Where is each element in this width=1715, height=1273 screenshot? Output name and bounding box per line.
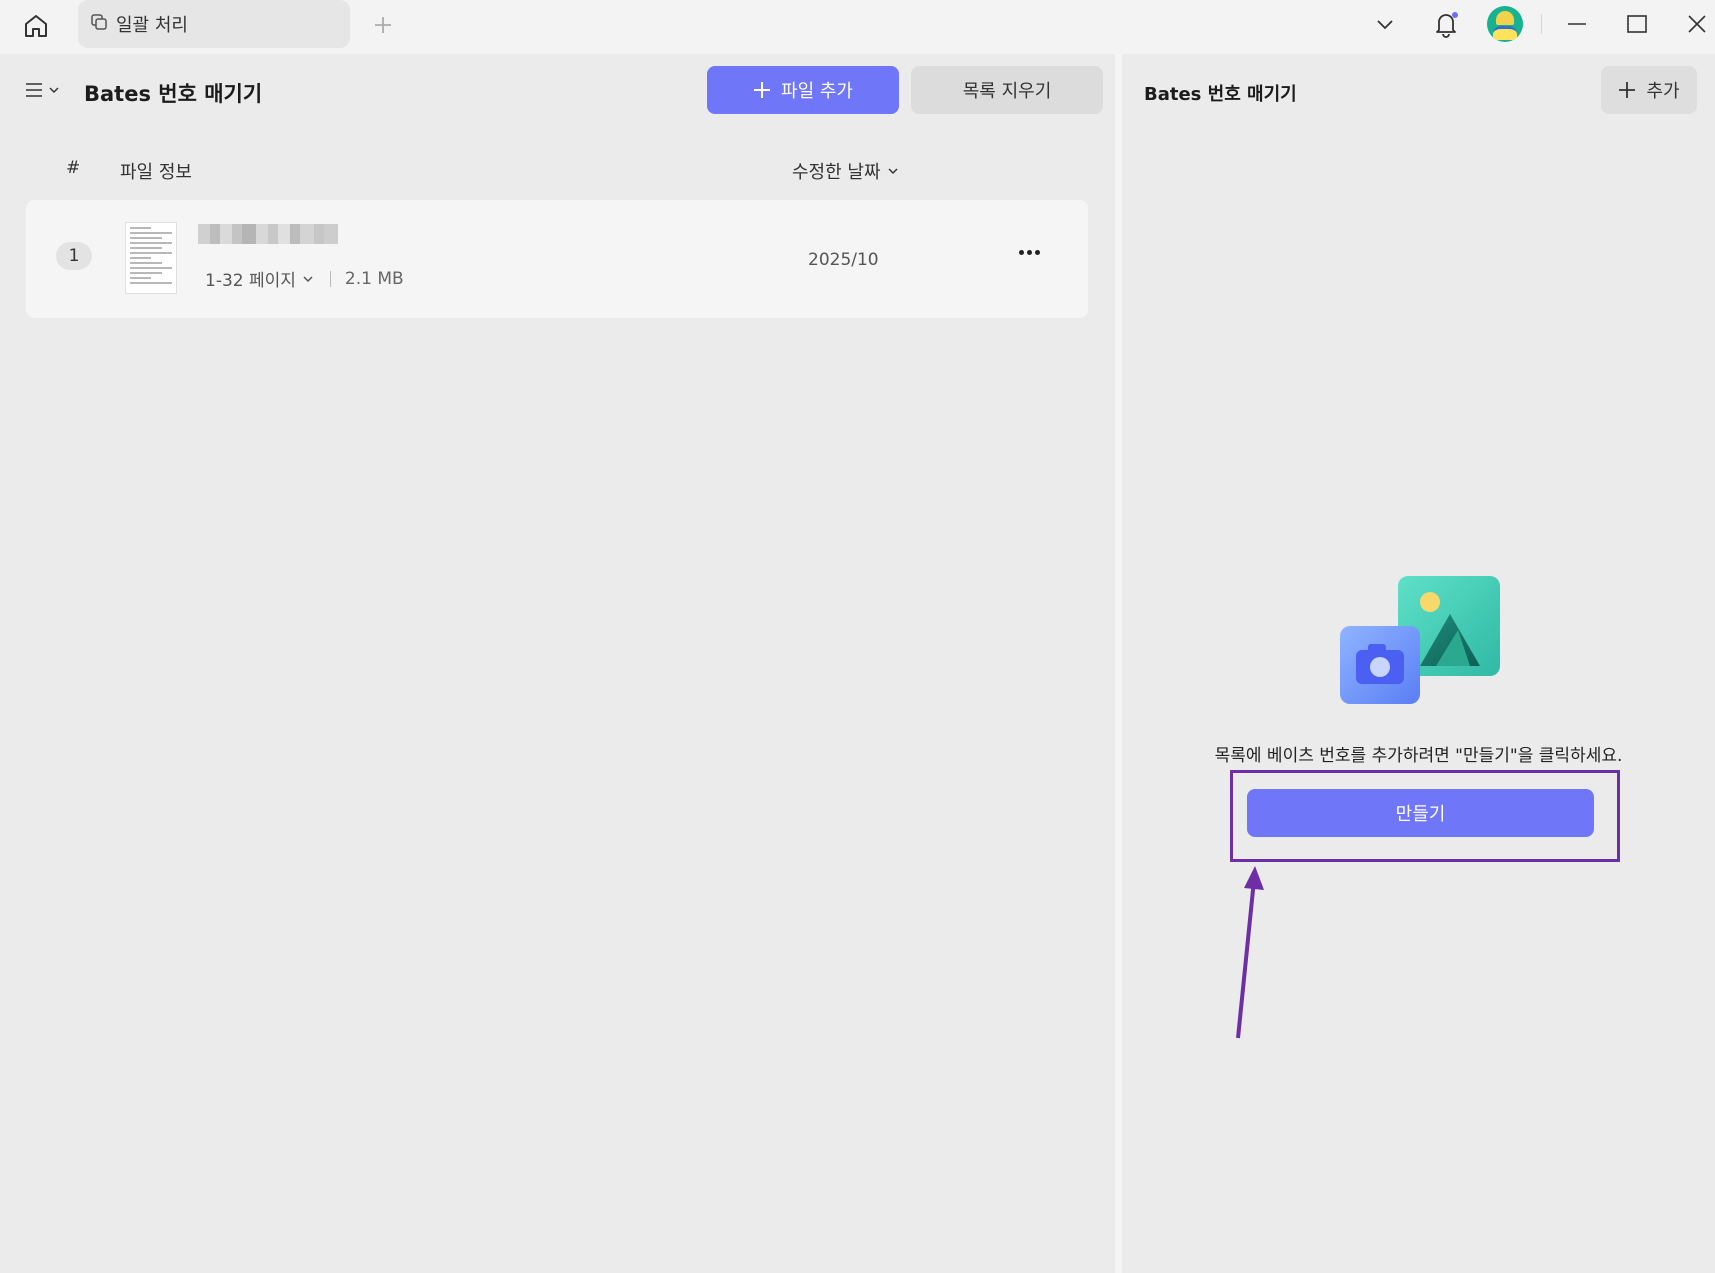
add-file-label: 파일 추가 <box>781 81 853 102</box>
close-icon[interactable] <box>1682 0 1712 48</box>
page-range-label: 1-32 페이지 <box>205 271 296 291</box>
maximize-icon[interactable] <box>1622 0 1652 48</box>
menu-button[interactable] <box>24 76 64 104</box>
add-file-button[interactable]: 파일 추가 <box>707 66 899 114</box>
bell-icon[interactable] <box>1430 0 1462 48</box>
chevron-down-icon <box>888 168 898 175</box>
home-icon[interactable] <box>18 8 54 44</box>
chevron-down-icon <box>49 87 59 94</box>
divider <box>1541 14 1542 34</box>
divider <box>329 270 331 287</box>
modified-date: 2025/10 <box>808 250 879 270</box>
column-header-file-info: 파일 정보 <box>120 162 192 183</box>
add-label: 추가 <box>1646 81 1680 102</box>
clear-list-button[interactable]: 목록 지우기 <box>911 66 1103 114</box>
table-row[interactable]: 1 1-32 페이지 2.1 MB 2025/10 <box>26 200 1088 318</box>
file-list-panel: Bates 번호 매기기 파일 추가 목록 지우기 # 파일 정보 수정한 날짜… <box>0 54 1115 1273</box>
tab-batch-process[interactable]: 일괄 처리 <box>78 0 350 48</box>
empty-state-message: 목록에 베이츠 번호를 추가하려면 "만들기"을 클릭하세요. <box>1214 746 1623 766</box>
add-bates-button[interactable]: 추가 <box>1601 66 1697 114</box>
empty-state-illustration <box>1340 576 1500 704</box>
page-range-dropdown[interactable]: 1-32 페이지 2.1 MB <box>205 266 404 292</box>
plus-icon <box>1619 82 1636 98</box>
new-tab-plus-icon[interactable] <box>368 8 398 42</box>
panel-divider <box>1115 54 1122 1273</box>
chevron-down-icon[interactable] <box>1370 0 1400 48</box>
create-button[interactable]: 만들기 <box>1247 789 1594 837</box>
more-options-icon[interactable] <box>1014 240 1044 264</box>
avatar-button[interactable] <box>1487 0 1523 48</box>
file-thumbnail <box>125 222 177 294</box>
batch-icon <box>90 13 108 36</box>
file-size: 2.1 MB <box>344 268 404 289</box>
tab-label: 일괄 처리 <box>116 15 188 36</box>
column-header-index: # <box>66 158 81 178</box>
title-bar: 일괄 처리 <box>0 0 1715 54</box>
create-label: 만들기 <box>1395 804 1446 825</box>
panel-title: Bates 번호 매기기 <box>1144 84 1297 105</box>
minimize-icon[interactable] <box>1562 0 1592 48</box>
avatar <box>1487 6 1523 42</box>
column-header-modified-date[interactable]: 수정한 날짜 <box>792 158 899 184</box>
row-index: 1 <box>56 242 92 270</box>
column-header-date-label: 수정한 날짜 <box>792 162 881 183</box>
page-title: Bates 번호 매기기 <box>84 82 263 106</box>
file-name-redacted <box>198 224 344 244</box>
chevron-down-icon <box>303 275 313 282</box>
plus-icon <box>754 82 771 98</box>
bates-settings-panel: Bates 번호 매기기 추가 목록에 베이츠 번호를 추가하려면 "만들기"을… <box>1122 54 1715 1273</box>
clear-list-label: 목록 지우기 <box>962 81 1052 102</box>
hamburger-icon <box>26 83 42 97</box>
